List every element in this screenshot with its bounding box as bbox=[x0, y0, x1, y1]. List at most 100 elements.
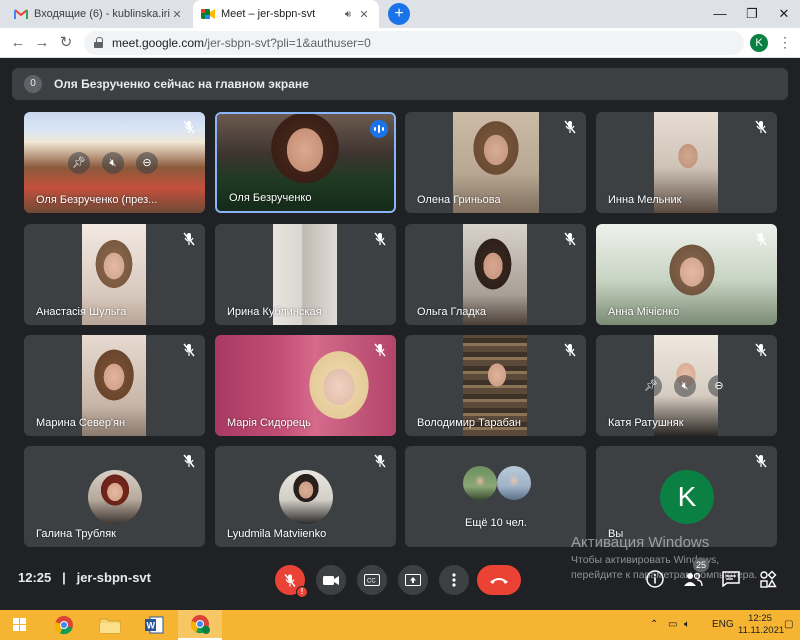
participant-name: Галина Трубляк bbox=[36, 528, 116, 540]
camera-icon bbox=[323, 575, 339, 585]
more-vert-icon bbox=[452, 573, 456, 587]
participant-name: Катя Ратушняк bbox=[608, 417, 684, 429]
minimize-icon[interactable]: — bbox=[704, 0, 736, 28]
volume-icon[interactable]: 🔈︎ bbox=[684, 610, 690, 640]
taskbar-word[interactable]: W bbox=[132, 610, 176, 640]
participant-tile[interactable]: Володимир Тарабан bbox=[405, 335, 586, 436]
avatar bbox=[497, 466, 531, 500]
tile-hover-controls: 📌︎ 🔇︎ ⊖ bbox=[640, 375, 730, 397]
folder-icon bbox=[99, 618, 121, 634]
mic-off-icon bbox=[755, 120, 767, 134]
tab-meet[interactable]: Meet – jer-sbpn-svt 🔊︎ ✕ bbox=[193, 0, 379, 28]
url-input[interactable]: meet.google.com/jer-sbpn-svt?pli=1&authu… bbox=[84, 31, 744, 55]
captions-button[interactable]: CC bbox=[357, 565, 387, 595]
mute-icon[interactable]: 🔇︎ bbox=[102, 152, 124, 174]
participant-tile[interactable]: Галина Трубляк bbox=[24, 446, 205, 547]
new-tab-button[interactable]: + bbox=[388, 3, 410, 25]
participant-name: Володимир Тарабан bbox=[417, 417, 521, 429]
tab-title: Meet – jer-sbpn-svt bbox=[221, 8, 316, 20]
activation-line-1: Чтобы активировать Windows, bbox=[571, 554, 720, 566]
chrome-icon bbox=[190, 615, 210, 634]
info-icon bbox=[646, 570, 664, 588]
clock-date: 11.11.2021 bbox=[738, 625, 785, 636]
back-icon[interactable]: ← bbox=[8, 33, 28, 53]
browser-menu-icon[interactable]: ⋮ bbox=[778, 34, 792, 51]
input-language[interactable]: ENG bbox=[712, 610, 734, 640]
tab-gmail[interactable]: Входящие (6) - kublinska.irina@ ✕ bbox=[6, 0, 192, 28]
mic-off-icon bbox=[183, 120, 195, 134]
windows-taskbar: W ⌃ ▭ 🔈︎ ENG 12:25 11.11.2021 ▢ bbox=[0, 610, 800, 640]
network-icon[interactable]: ▭ bbox=[668, 610, 677, 640]
participant-tile[interactable]: Анастасія Шульга bbox=[24, 224, 205, 325]
participant-tile[interactable]: Lyudmila Matviienko bbox=[215, 446, 396, 547]
close-tab-icon[interactable]: ✕ bbox=[357, 8, 371, 21]
tray-arrow-icon[interactable]: ⌃ bbox=[650, 610, 658, 640]
taskbar-chrome[interactable] bbox=[42, 610, 86, 640]
mic-off-icon bbox=[183, 232, 195, 246]
leave-call-button[interactable] bbox=[477, 565, 521, 595]
speaker-icon[interactable]: 🔊︎ bbox=[345, 9, 351, 20]
avatar bbox=[463, 466, 497, 500]
mute-icon[interactable]: 🔇︎ bbox=[674, 375, 696, 397]
chat-button[interactable] bbox=[720, 568, 742, 590]
participant-tile[interactable]: Инна Мельник bbox=[596, 112, 777, 213]
close-tab-icon[interactable]: ✕ bbox=[170, 8, 184, 21]
people-icon bbox=[684, 572, 703, 587]
participant-tile[interactable]: Ольга Гладка bbox=[405, 224, 586, 325]
close-window-icon[interactable]: ✕ bbox=[768, 0, 800, 28]
pin-icon[interactable]: 📌︎ bbox=[640, 375, 662, 397]
camera-toggle-button[interactable] bbox=[316, 565, 346, 595]
remove-icon[interactable]: ⊖ bbox=[708, 375, 730, 397]
mic-off-icon bbox=[284, 573, 296, 587]
microphone-toggle-button[interactable]: ! bbox=[275, 565, 308, 598]
profile-avatar[interactable]: K bbox=[750, 34, 768, 52]
mic-off-icon bbox=[374, 343, 386, 357]
self-tile[interactable]: K Вы bbox=[596, 446, 777, 547]
participant-tile[interactable]: Ирина Кублинская bbox=[215, 224, 396, 325]
separator: | bbox=[62, 570, 66, 585]
forward-icon[interactable]: → bbox=[32, 33, 52, 53]
avatar bbox=[88, 470, 142, 524]
participant-tile[interactable]: Марія Сидорець bbox=[215, 335, 396, 436]
activities-button[interactable] bbox=[757, 568, 779, 590]
participant-name: Марія Сидорець bbox=[227, 417, 311, 429]
present-icon bbox=[405, 574, 421, 586]
svg-text:W: W bbox=[147, 621, 156, 631]
chrome-icon bbox=[54, 616, 73, 635]
url-text: meet.google.com/jer-sbpn-svt?pli=1&authu… bbox=[112, 36, 371, 50]
remove-icon[interactable]: ⊖ bbox=[136, 152, 158, 174]
participant-tile[interactable]: 📌︎ 🔇︎ ⊖ Оля Безрученко (през... bbox=[24, 112, 205, 213]
word-icon: W bbox=[145, 616, 164, 634]
avatar: K bbox=[660, 470, 714, 524]
notifications-icon[interactable]: ▢ bbox=[784, 610, 793, 640]
participant-name: Lyudmila Matviienko bbox=[227, 528, 327, 540]
reload-icon[interactable]: ↻ bbox=[56, 33, 76, 53]
chat-icon bbox=[722, 571, 740, 587]
clock-time: 12:25 bbox=[748, 613, 772, 624]
taskbar-clock[interactable]: 12:25 11.11.2021 bbox=[738, 613, 785, 637]
activities-icon bbox=[760, 570, 777, 588]
participant-tile[interactable]: Анна Мічієнко bbox=[596, 224, 777, 325]
start-button[interactable] bbox=[0, 610, 40, 640]
participant-tile[interactable]: Олена Гриньова bbox=[405, 112, 586, 213]
mic-off-icon bbox=[564, 232, 576, 246]
tile-hover-controls: 📌︎ 🔇︎ ⊖ bbox=[68, 152, 158, 174]
others-tile[interactable]: Ещё 10 чел. bbox=[405, 446, 586, 547]
present-screen-button[interactable] bbox=[398, 565, 428, 595]
meeting-time: 12:25 bbox=[18, 570, 52, 585]
taskbar-chrome-profile[interactable] bbox=[178, 610, 222, 640]
maximize-icon[interactable]: ❐ bbox=[736, 0, 768, 28]
participant-tile[interactable]: Оля Безрученко bbox=[215, 112, 396, 213]
avatar bbox=[279, 470, 333, 524]
main-screen-banner: 0 Оля Безрученко сейчас на главном экран… bbox=[12, 68, 788, 100]
pin-icon[interactable]: 📌︎ bbox=[68, 152, 90, 174]
participant-tile[interactable]: Марина Север'ян bbox=[24, 335, 205, 436]
participant-name: Инна Мельник bbox=[608, 194, 682, 206]
banner-count: 0 bbox=[24, 75, 42, 93]
participant-tile[interactable]: 📌︎ 🔇︎ ⊖ Катя Ратушняк bbox=[596, 335, 777, 436]
taskbar-file-explorer[interactable] bbox=[88, 610, 132, 640]
more-options-button[interactable] bbox=[439, 565, 469, 595]
meeting-details-button[interactable] bbox=[644, 568, 666, 590]
participant-name: Анастасія Шульга bbox=[36, 306, 127, 318]
lock-icon bbox=[94, 37, 103, 48]
